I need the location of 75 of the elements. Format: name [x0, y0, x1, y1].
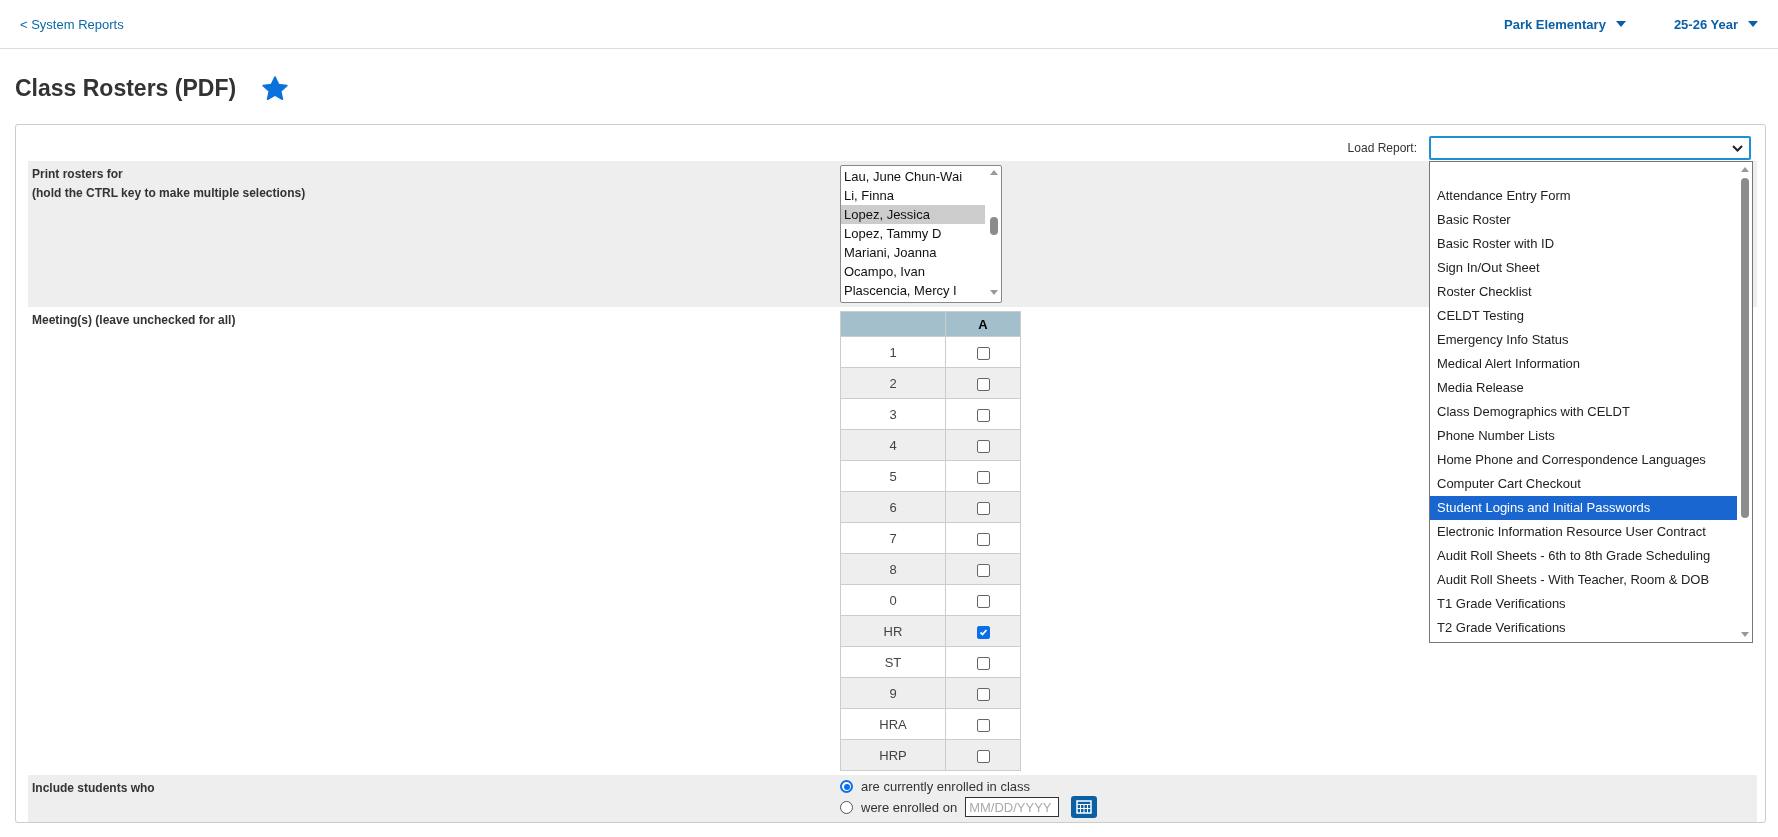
- report-option[interactable]: CELDT Testing: [1430, 304, 1737, 328]
- period-cell: ST: [840, 646, 946, 678]
- period-cell: 9: [840, 677, 946, 709]
- report-option[interactable]: Attendance Entry Form: [1430, 184, 1737, 208]
- date-field[interactable]: MM/DD/YYYY: [965, 797, 1060, 817]
- teacher-option[interactable]: Mariani, Joanna: [841, 243, 985, 262]
- report-option[interactable]: Audit Roll Sheets - With Teacher, Room & DOB: [1430, 568, 1737, 592]
- back-link[interactable]: < System Reports: [20, 16, 124, 32]
- meeting-checkbox[interactable]: [976, 563, 990, 577]
- period-cell: HRP: [840, 739, 946, 771]
- report-option[interactable]: Emergency Info Status: [1430, 328, 1737, 352]
- school-dropdown[interactable]: Park Elementary: [1504, 16, 1626, 32]
- report-option[interactable]: Phone Number Lists: [1430, 424, 1737, 448]
- report-option[interactable]: T1 Grade Verifications: [1430, 592, 1737, 616]
- period-cell: 1: [840, 336, 946, 368]
- period-cell: 4: [840, 429, 946, 461]
- meeting-checkbox[interactable]: [976, 470, 990, 484]
- meeting-checkbox[interactable]: [976, 687, 990, 701]
- meetings-label: Meeting(s) (leave unchecked for all): [32, 312, 237, 329]
- meeting-checkbox[interactable]: [976, 439, 990, 453]
- report-option[interactable]: Basic Roster: [1430, 208, 1737, 232]
- radio-button[interactable]: [840, 800, 853, 814]
- report-option[interactable]: Electronic Information Resource User Contract: [1430, 520, 1737, 544]
- teacher-option[interactable]: Lopez, Tammy D: [841, 224, 985, 243]
- report-option[interactable]: Roster Checklist: [1430, 280, 1737, 304]
- report-option[interactable]: Medical Alert Information: [1430, 352, 1737, 376]
- teacher-listbox[interactable]: Lau, June Chun-Wai Li, Finna Lopez, Jessica Lopez, Tammy D Mariani, Joanna Ocampo, Ivan Plascencia, Mercy I: [840, 165, 1002, 303]
- caret-icon: [1615, 21, 1626, 27]
- period-cell: 3: [840, 398, 946, 430]
- period-cell: 6: [840, 491, 946, 523]
- meeting-checkbox[interactable]: [976, 346, 990, 360]
- teacher-option[interactable]: Lopez, Jessica: [841, 205, 985, 224]
- radio-label: were enrolled on: [861, 799, 958, 815]
- load-report-select[interactable]: [1429, 136, 1751, 160]
- report-option[interactable]: Sign In/Out Sheet: [1430, 256, 1737, 280]
- year-dropdown[interactable]: 25-26 Year: [1673, 16, 1758, 32]
- calendar-icon[interactable]: [1071, 796, 1098, 818]
- meeting-checkbox[interactable]: [976, 625, 990, 639]
- teacher-option[interactable]: Plascencia, Mercy I: [841, 281, 985, 300]
- meeting-checkbox[interactable]: [976, 532, 990, 546]
- meeting-checkbox[interactable]: [976, 501, 990, 515]
- caret-icon: [1748, 21, 1758, 27]
- teacher-option[interactable]: Lau, June Chun-Wai: [841, 167, 985, 186]
- radio-button[interactable]: [840, 780, 853, 793]
- report-option[interactable]: Computer Cart Checkout: [1430, 472, 1737, 496]
- report-option[interactable]: Media Release: [1430, 376, 1737, 400]
- load-report-label: Load Report:: [1347, 141, 1417, 155]
- period-cell: 8: [840, 553, 946, 585]
- meeting-checkbox[interactable]: [976, 408, 990, 422]
- period-cell: HRA: [840, 708, 946, 740]
- star-icon[interactable]: [262, 76, 289, 101]
- column-header: A: [945, 311, 1021, 337]
- period-cell: HR: [840, 615, 946, 647]
- report-option[interactable]: Class Demographics with CELDT: [1430, 400, 1737, 424]
- meeting-checkbox[interactable]: [976, 656, 990, 670]
- chevron-icon: [1732, 144, 1743, 152]
- teacher-option[interactable]: Ocampo, Ivan: [841, 262, 985, 281]
- period-cell: 5: [840, 460, 946, 492]
- print-rosters-label: Print rosters for (hold the CTRL key to make multiple selections): [32, 166, 307, 202]
- report-option[interactable]: Home Phone and Correspondence Languages: [1430, 448, 1737, 472]
- period-cell: 0: [840, 584, 946, 616]
- report-option[interactable]: T2 Grade Verifications: [1430, 616, 1737, 640]
- meeting-checkbox[interactable]: [976, 594, 990, 608]
- report-option[interactable]: Audit Roll Sheets - 6th to 8th Grade Scheduling: [1430, 544, 1737, 568]
- meeting-checkbox[interactable]: [976, 749, 990, 763]
- report-option[interactable]: Basic Roster with ID: [1430, 232, 1737, 256]
- meeting-checkbox[interactable]: [976, 718, 990, 732]
- radio-label: are currently enrolled in class: [861, 779, 1031, 794]
- page-title: Class Rosters (PDF): [15, 75, 237, 102]
- include-students-label: Include students who: [32, 780, 156, 797]
- period-cell: 2: [840, 367, 946, 399]
- report-option[interactable]: Student Logins and Initial Passwords: [1430, 496, 1737, 520]
- teacher-option[interactable]: Li, Finna: [841, 186, 985, 205]
- meeting-checkbox[interactable]: [976, 377, 990, 391]
- period-cell: 7: [840, 522, 946, 554]
